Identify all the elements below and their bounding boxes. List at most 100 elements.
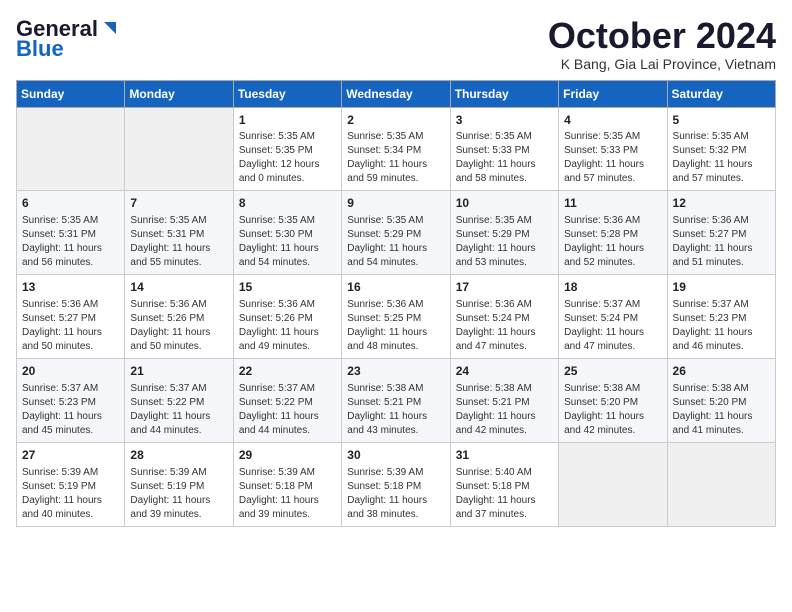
day-number: 29 — [239, 447, 336, 464]
day-info: Sunrise: 5:36 AMSunset: 5:27 PMDaylight:… — [673, 214, 770, 270]
day-number: 28 — [130, 447, 227, 464]
calendar-cell: 26 Sunrise: 5:38 AMSunset: 5:20 PMDayligh… — [667, 358, 775, 442]
day-number: 13 — [22, 279, 119, 296]
calendar-cell: 9 Sunrise: 5:35 AMSunset: 5:29 PMDaylight… — [342, 191, 450, 275]
calendar-cell: 1Sunrise: 5:35 AMSunset: 5:35 PMDaylight… — [233, 107, 341, 191]
calendar-cell: 11 Sunrise: 5:36 AMSunset: 5:28 PMDayligh… — [559, 191, 667, 275]
day-info: Sunrise: 5:39 AMSunset: 5:19 PMDaylight:… — [130, 466, 227, 522]
calendar-cell: 31 Sunrise: 5:40 AMSunset: 5:18 PMDayligh… — [450, 442, 558, 526]
calendar-day-header: Saturday — [667, 80, 775, 107]
day-number: 6 — [22, 195, 119, 212]
calendar-cell: 2Sunrise: 5:35 AMSunset: 5:34 PMDaylight… — [342, 107, 450, 191]
day-number: 7 — [130, 195, 227, 212]
calendar-cell: 3Sunrise: 5:35 AMSunset: 5:33 PMDaylight… — [450, 107, 558, 191]
day-number: 30 — [347, 447, 444, 464]
calendar-day-header: Sunday — [17, 80, 125, 107]
day-number: 26 — [673, 363, 770, 380]
day-info: Sunrise: 5:35 AMSunset: 5:29 PMDaylight:… — [347, 214, 444, 270]
day-info: Sunrise: 5:36 AMSunset: 5:28 PMDaylight:… — [564, 214, 661, 270]
day-info: Sunrise: 5:35 AMSunset: 5:34 PMDaylight:… — [347, 130, 444, 186]
calendar-cell: 23Sunrise: 5:38 AMSunset: 5:21 PMDayligh… — [342, 358, 450, 442]
day-number: 22 — [239, 363, 336, 380]
title-block: October 2024 K Bang, Gia Lai Province, V… — [548, 16, 776, 72]
day-number: 1 — [239, 112, 336, 129]
day-info: Sunrise: 5:38 AMSunset: 5:20 PMDaylight:… — [673, 382, 770, 438]
calendar-header-row: SundayMondayTuesdayWednesdayThursdayFrid… — [17, 80, 776, 107]
month-title: October 2024 — [548, 16, 776, 56]
calendar-cell: 18Sunrise: 5:37 AMSunset: 5:24 PMDayligh… — [559, 275, 667, 359]
day-info: Sunrise: 5:39 AMSunset: 5:18 PMDaylight:… — [347, 466, 444, 522]
day-number: 24 — [456, 363, 553, 380]
calendar-week-row: 1Sunrise: 5:35 AMSunset: 5:35 PMDaylight… — [17, 107, 776, 191]
calendar-cell: 17Sunrise: 5:36 AMSunset: 5:24 PMDayligh… — [450, 275, 558, 359]
day-info: Sunrise: 5:36 AMSunset: 5:26 PMDaylight:… — [130, 298, 227, 354]
day-number: 11 — [564, 195, 661, 212]
calendar-cell — [559, 442, 667, 526]
day-number: 15 — [239, 279, 336, 296]
calendar-cell: 21 Sunrise: 5:37 AMSunset: 5:22 PMDayligh… — [125, 358, 233, 442]
day-info: Sunrise: 5:35 AMSunset: 5:32 PMDaylight:… — [673, 130, 770, 186]
day-info: Sunrise: 5:35 AMSunset: 5:29 PMDaylight:… — [456, 214, 553, 270]
calendar-cell: 30 Sunrise: 5:39 AMSunset: 5:18 PMDayligh… — [342, 442, 450, 526]
day-info: Sunrise: 5:35 AMSunset: 5:30 PMDaylight:… — [239, 214, 336, 270]
day-number: 10 — [456, 195, 553, 212]
day-number: 23 — [347, 363, 444, 380]
calendar-day-header: Tuesday — [233, 80, 341, 107]
day-number: 14 — [130, 279, 227, 296]
day-number: 21 — [130, 363, 227, 380]
day-info: Sunrise: 5:40 AMSunset: 5:18 PMDaylight:… — [456, 466, 553, 522]
day-info: Sunrise: 5:37 AMSunset: 5:22 PMDaylight:… — [130, 382, 227, 438]
day-number: 4 — [564, 112, 661, 129]
calendar-week-row: 20Sunrise: 5:37 AMSunset: 5:23 PMDayligh… — [17, 358, 776, 442]
calendar-cell: 27Sunrise: 5:39 AMSunset: 5:19 PMDayligh… — [17, 442, 125, 526]
day-info: Sunrise: 5:35 AMSunset: 5:31 PMDaylight:… — [130, 214, 227, 270]
calendar-cell — [667, 442, 775, 526]
day-info: Sunrise: 5:35 AMSunset: 5:33 PMDaylight:… — [564, 130, 661, 186]
day-info: Sunrise: 5:36 AMSunset: 5:25 PMDaylight:… — [347, 298, 444, 354]
day-number: 9 — [347, 195, 444, 212]
calendar-cell: 7 Sunrise: 5:35 AMSunset: 5:31 PMDaylight… — [125, 191, 233, 275]
logo-arrow-icon — [98, 18, 120, 40]
calendar-week-row: 6 Sunrise: 5:35 AMSunset: 5:31 PMDaylight… — [17, 191, 776, 275]
calendar-cell: 6 Sunrise: 5:35 AMSunset: 5:31 PMDaylight… — [17, 191, 125, 275]
day-number: 3 — [456, 112, 553, 129]
day-info: Sunrise: 5:37 AMSunset: 5:24 PMDaylight:… — [564, 298, 661, 354]
day-number: 25 — [564, 363, 661, 380]
day-info: Sunrise: 5:39 AMSunset: 5:18 PMDaylight:… — [239, 466, 336, 522]
calendar-day-header: Thursday — [450, 80, 558, 107]
calendar-cell: 10 Sunrise: 5:35 AMSunset: 5:29 PMDayligh… — [450, 191, 558, 275]
day-info: Sunrise: 5:35 AMSunset: 5:33 PMDaylight:… — [456, 130, 553, 186]
calendar-cell: 13Sunrise: 5:36 AMSunset: 5:27 PMDayligh… — [17, 275, 125, 359]
calendar-table: SundayMondayTuesdayWednesdayThursdayFrid… — [16, 80, 776, 527]
page-header: General Blue October 2024 K Bang, Gia La… — [16, 16, 776, 72]
logo-blue: Blue — [16, 36, 64, 62]
calendar-cell: 24 Sunrise: 5:38 AMSunset: 5:21 PMDayligh… — [450, 358, 558, 442]
calendar-day-header: Monday — [125, 80, 233, 107]
day-info: Sunrise: 5:38 AMSunset: 5:20 PMDaylight:… — [564, 382, 661, 438]
day-number: 31 — [456, 447, 553, 464]
calendar-day-header: Friday — [559, 80, 667, 107]
day-number: 12 — [673, 195, 770, 212]
day-info: Sunrise: 5:37 AMSunset: 5:23 PMDaylight:… — [22, 382, 119, 438]
calendar-cell: 14 Sunrise: 5:36 AMSunset: 5:26 PMDayligh… — [125, 275, 233, 359]
calendar-cell: 28 Sunrise: 5:39 AMSunset: 5:19 PMDayligh… — [125, 442, 233, 526]
day-info: Sunrise: 5:35 AMSunset: 5:35 PMDaylight:… — [239, 130, 336, 186]
day-number: 16 — [347, 279, 444, 296]
day-info: Sunrise: 5:37 AMSunset: 5:22 PMDaylight:… — [239, 382, 336, 438]
calendar-day-header: Wednesday — [342, 80, 450, 107]
calendar-cell — [125, 107, 233, 191]
calendar-cell: 4Sunrise: 5:35 AMSunset: 5:33 PMDaylight… — [559, 107, 667, 191]
day-info: Sunrise: 5:39 AMSunset: 5:19 PMDaylight:… — [22, 466, 119, 522]
day-number: 8 — [239, 195, 336, 212]
calendar-cell: 25 Sunrise: 5:38 AMSunset: 5:20 PMDayligh… — [559, 358, 667, 442]
day-info: Sunrise: 5:35 AMSunset: 5:31 PMDaylight:… — [22, 214, 119, 270]
calendar-cell: 19Sunrise: 5:37 AMSunset: 5:23 PMDayligh… — [667, 275, 775, 359]
day-number: 19 — [673, 279, 770, 296]
calendar-cell: 29 Sunrise: 5:39 AMSunset: 5:18 PMDayligh… — [233, 442, 341, 526]
day-info: Sunrise: 5:38 AMSunset: 5:21 PMDaylight:… — [456, 382, 553, 438]
calendar-week-row: 27Sunrise: 5:39 AMSunset: 5:19 PMDayligh… — [17, 442, 776, 526]
calendar-week-row: 13Sunrise: 5:36 AMSunset: 5:27 PMDayligh… — [17, 275, 776, 359]
calendar-cell: 15Sunrise: 5:36 AMSunset: 5:26 PMDayligh… — [233, 275, 341, 359]
day-number: 2 — [347, 112, 444, 129]
calendar-cell — [17, 107, 125, 191]
